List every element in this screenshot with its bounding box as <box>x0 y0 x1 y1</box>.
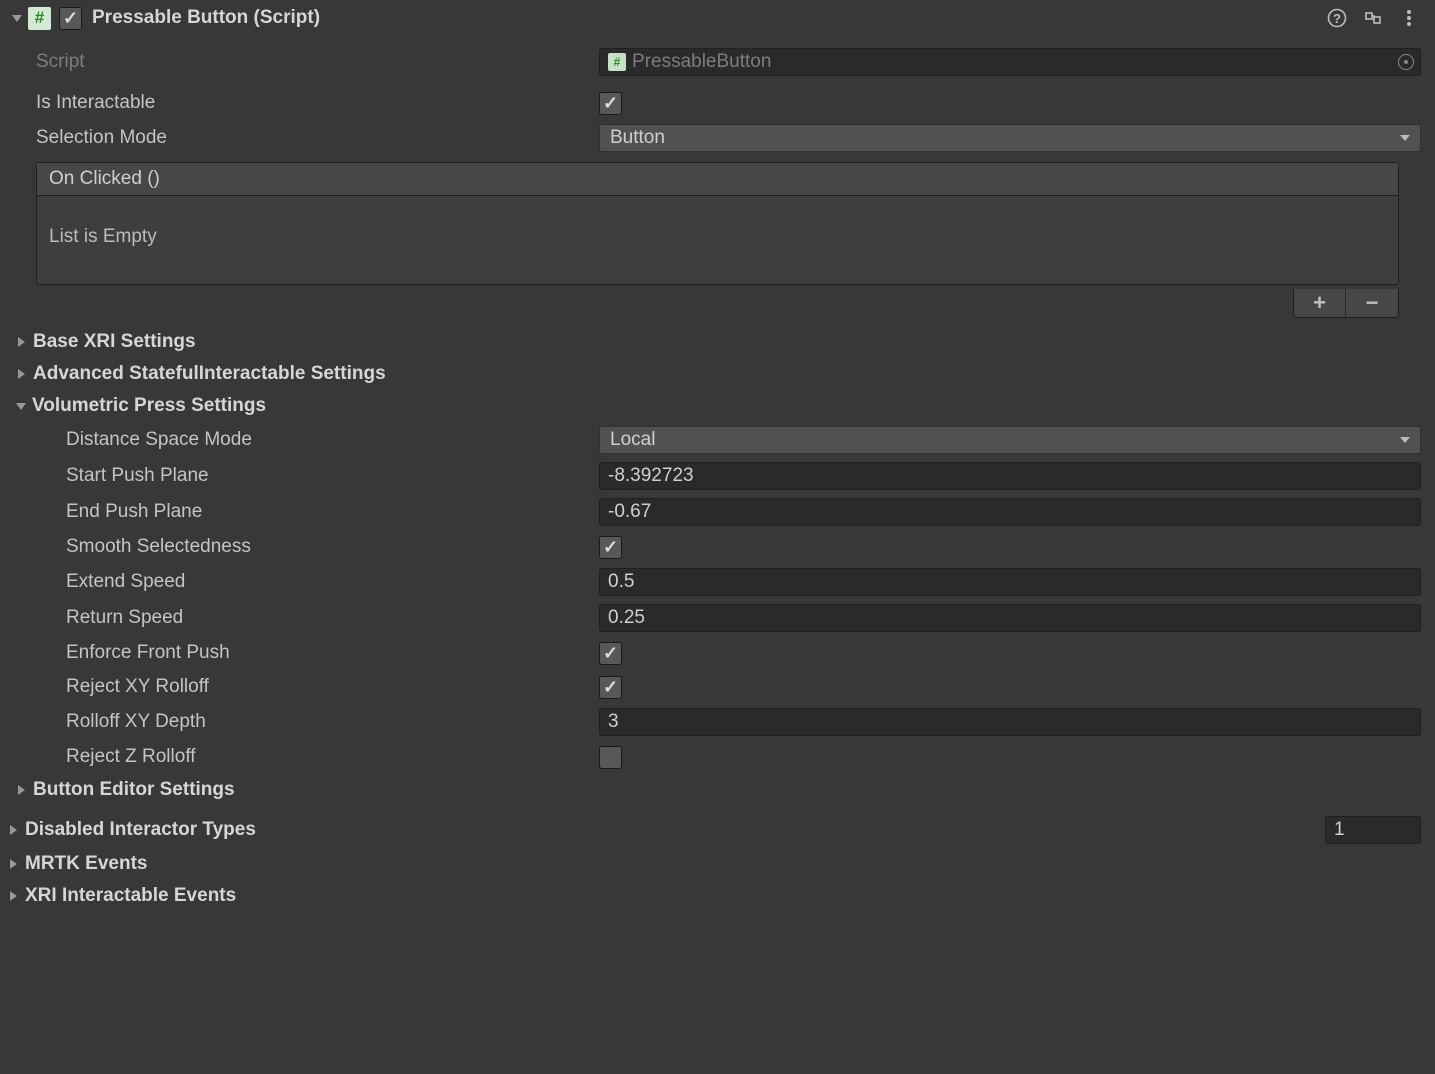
chevron-right-icon <box>10 825 17 835</box>
reject-z-rolloff-checkbox[interactable] <box>599 746 622 769</box>
reject-xy-rolloff-row: Reject XY Rolloff <box>0 670 1435 704</box>
svg-text:?: ? <box>1333 11 1341 26</box>
button-editor-foldout[interactable]: Button Editor Settings <box>0 774 1435 806</box>
base-xri-foldout[interactable]: Base XRI Settings <box>0 326 1435 358</box>
is-interactable-label: Is Interactable <box>14 92 599 114</box>
script-label: Script <box>14 51 599 73</box>
component-header: # Pressable Button (Script) ? <box>0 0 1435 38</box>
selection-mode-row: Selection Mode Button <box>0 120 1435 156</box>
return-speed-row: Return Speed <box>0 600 1435 636</box>
mrtk-events-foldout[interactable]: MRTK Events <box>0 848 1435 880</box>
on-clicked-header: On Clicked () <box>37 163 1398 196</box>
on-clicked-body: List is Empty <box>37 196 1398 284</box>
help-icon[interactable]: ? <box>1327 8 1347 28</box>
enforce-front-push-checkbox[interactable] <box>599 642 622 665</box>
disabled-interactors-foldout[interactable]: Disabled Interactor Types <box>0 812 1435 848</box>
smooth-selectedness-checkbox[interactable] <box>599 536 622 559</box>
object-picker-icon[interactable] <box>1398 54 1414 70</box>
start-push-plane-row: Start Push Plane <box>0 458 1435 494</box>
rolloff-xy-depth-row: Rolloff XY Depth <box>0 704 1435 740</box>
extend-speed-row: Extend Speed <box>0 564 1435 600</box>
component-title: Pressable Button (Script) <box>92 7 1327 29</box>
is-interactable-checkbox[interactable] <box>599 92 622 115</box>
start-push-plane-input[interactable] <box>599 462 1421 490</box>
context-menu-icon[interactable] <box>1399 8 1419 28</box>
event-add-button[interactable]: + <box>1294 289 1346 317</box>
end-push-plane-input[interactable] <box>599 498 1421 526</box>
extend-speed-input[interactable] <box>599 568 1421 596</box>
script-row: Script # PressableButton <box>0 44 1435 80</box>
script-value: PressableButton <box>632 51 771 73</box>
distance-space-mode-dropdown[interactable]: Local <box>599 426 1421 454</box>
reject-z-rolloff-row: Reject Z Rolloff <box>0 740 1435 774</box>
end-push-plane-row: End Push Plane <box>0 494 1435 530</box>
event-button-group: + − <box>1293 289 1399 318</box>
selection-mode-dropdown[interactable]: Button <box>599 124 1421 152</box>
selection-mode-label: Selection Mode <box>14 127 599 149</box>
chevron-right-icon <box>18 785 25 795</box>
chevron-right-icon <box>18 337 25 347</box>
advanced-stateful-foldout[interactable]: Advanced StatefulInteractable Settings <box>0 358 1435 390</box>
volumetric-foldout[interactable]: Volumetric Press Settings <box>0 390 1435 422</box>
chevron-right-icon <box>10 859 17 869</box>
return-speed-input[interactable] <box>599 604 1421 632</box>
xri-events-foldout[interactable]: XRI Interactable Events <box>0 880 1435 912</box>
smooth-selectedness-row: Smooth Selectedness <box>0 530 1435 564</box>
script-mini-icon: # <box>608 53 626 71</box>
component-enabled-checkbox[interactable] <box>59 7 82 30</box>
distance-space-mode-row: Distance Space Mode Local <box>0 422 1435 458</box>
chevron-right-icon <box>10 891 17 901</box>
chevron-down-icon <box>16 403 26 410</box>
preset-icon[interactable] <box>1363 8 1383 28</box>
script-icon: # <box>28 7 51 30</box>
is-interactable-row: Is Interactable <box>0 86 1435 120</box>
event-remove-button[interactable]: − <box>1346 289 1398 317</box>
component-foldout-icon[interactable] <box>12 15 22 22</box>
chevron-right-icon <box>18 369 25 379</box>
enforce-front-push-row: Enforce Front Push <box>0 636 1435 670</box>
script-object-field[interactable]: # PressableButton <box>599 48 1421 76</box>
disabled-interactors-count[interactable] <box>1325 816 1421 844</box>
on-clicked-event: On Clicked () List is Empty <box>36 162 1399 285</box>
reject-xy-rolloff-checkbox[interactable] <box>599 676 622 699</box>
rolloff-xy-depth-input[interactable] <box>599 708 1421 736</box>
